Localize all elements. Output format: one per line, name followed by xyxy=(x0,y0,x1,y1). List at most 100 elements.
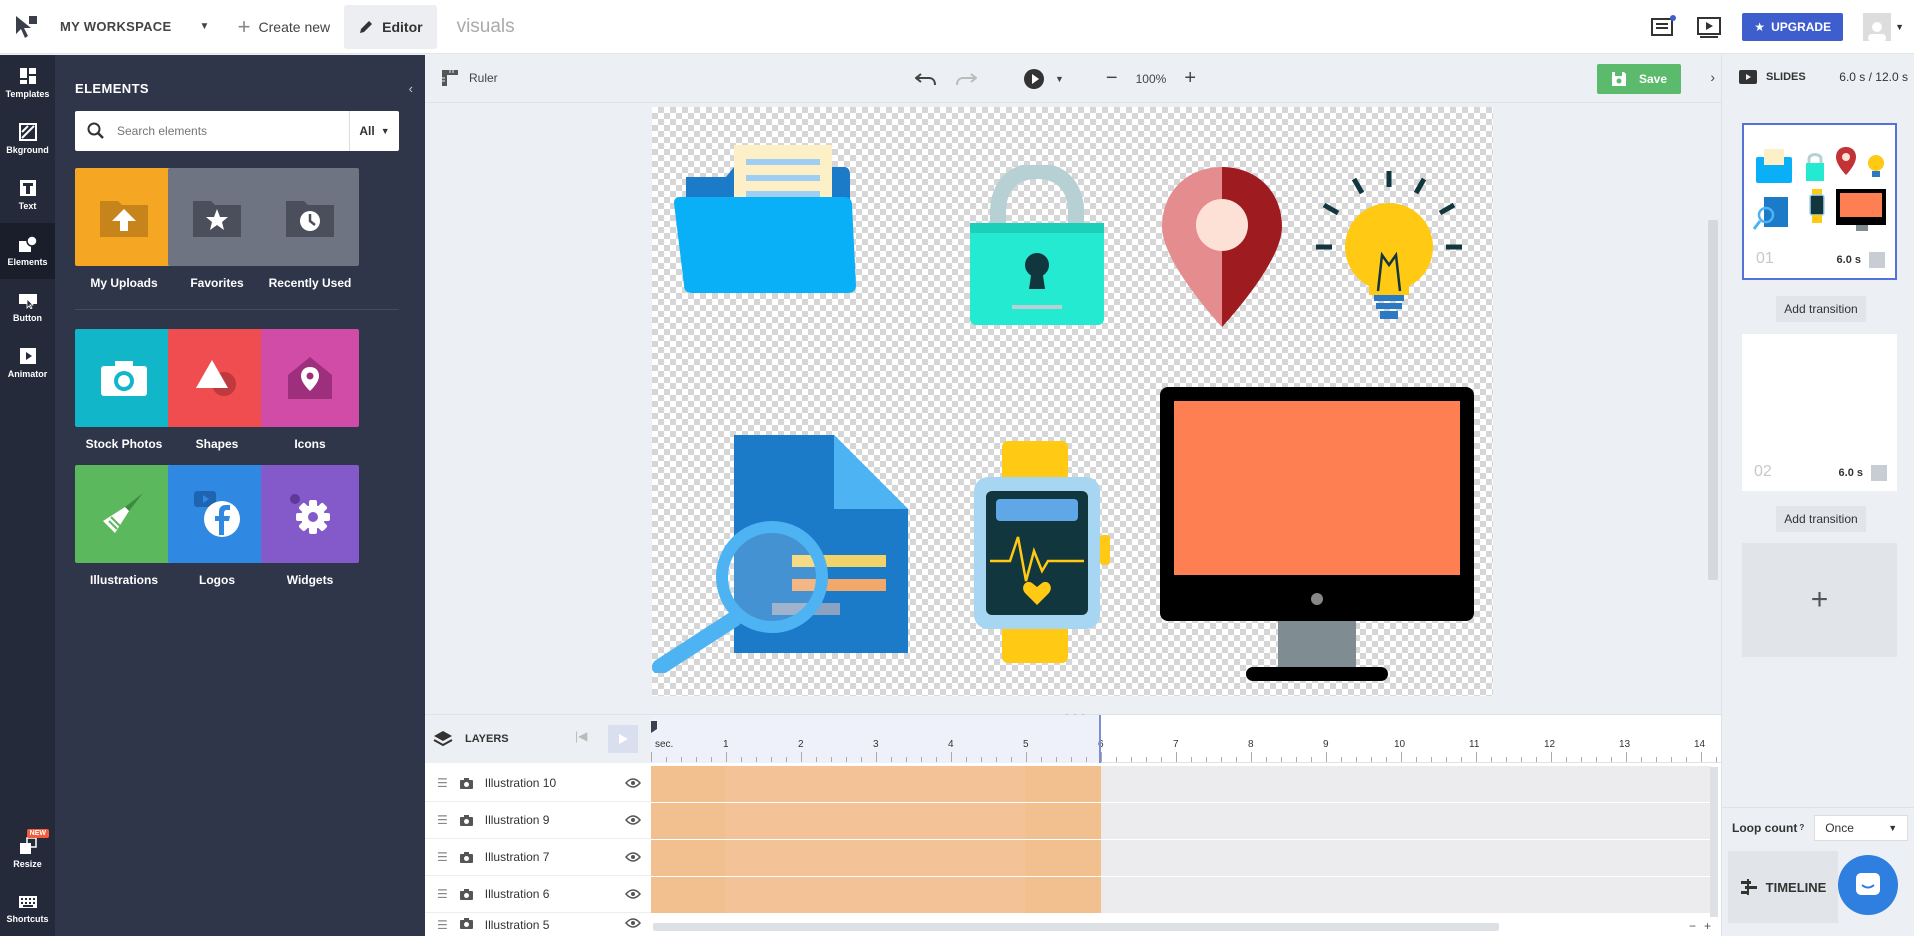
play-icon[interactable] xyxy=(1023,68,1045,90)
tile-stock-photos[interactable]: Stock Photos xyxy=(75,329,173,451)
search-filter-dropdown[interactable]: All ▼ xyxy=(349,111,399,151)
add-transition-button[interactable]: Add transition xyxy=(1776,296,1866,322)
editor-tab[interactable]: Editor xyxy=(344,4,437,49)
rail-text[interactable]: Text xyxy=(0,167,55,223)
rail-elements[interactable]: Elements xyxy=(0,223,55,279)
tile-logos[interactable]: Logos xyxy=(168,465,266,587)
rail-shortcuts[interactable]: Shortcuts xyxy=(0,881,55,936)
document-search-illustration[interactable] xyxy=(652,433,912,673)
tile-icons[interactable]: Icons xyxy=(261,329,359,451)
smartwatch-illustration[interactable] xyxy=(970,441,1110,665)
upgrade-button[interactable]: ★ UPGRADE xyxy=(1742,13,1844,41)
drag-handle-icon[interactable]: ☰ xyxy=(437,918,448,932)
layer-track[interactable] xyxy=(651,803,1711,839)
drag-handle-icon[interactable]: ☰ xyxy=(437,887,448,901)
search-input[interactable] xyxy=(117,124,349,138)
ruler-tick xyxy=(1251,752,1252,762)
chat-support-button[interactable] xyxy=(1838,855,1898,915)
chevron-down-icon: ▼ xyxy=(199,21,210,32)
timeline-zoom-in-icon[interactable]: + xyxy=(1704,919,1711,933)
track-clip[interactable] xyxy=(651,766,1101,802)
eye-icon[interactable] xyxy=(625,815,641,825)
tile-illustrations[interactable]: Illustrations xyxy=(75,465,173,587)
tile-widgets[interactable]: Widgets xyxy=(261,465,359,587)
timeline-ruler[interactable]: sec. 1 2 3 4 5 6 7 8 9 10 11 12 13 14 xyxy=(651,715,1721,763)
track-clip[interactable] xyxy=(651,803,1101,839)
tile-favorites[interactable]: Favorites xyxy=(168,168,266,290)
slide-options[interactable] xyxy=(1871,465,1887,481)
layer-track[interactable] xyxy=(651,840,1711,876)
layer-track[interactable] xyxy=(651,877,1711,913)
eye-icon[interactable] xyxy=(625,889,641,899)
skip-to-start-icon[interactable]: |◀ xyxy=(575,729,587,743)
eye-icon[interactable] xyxy=(625,918,641,928)
timeline-zoom-out-icon[interactable]: − xyxy=(1689,919,1696,933)
app-logo[interactable] xyxy=(0,0,52,54)
rail-label: Bkground xyxy=(6,145,49,155)
layer-row[interactable]: ☰ Illustration 9 xyxy=(425,802,651,839)
preview-icon[interactable] xyxy=(1696,15,1722,39)
rail-resize[interactable]: NEW Resize xyxy=(0,825,55,881)
eye-icon[interactable] xyxy=(625,778,641,788)
folder-document-illustration[interactable] xyxy=(674,145,858,295)
slide-thumbnail-2[interactable]: 02 6.0 s xyxy=(1742,334,1897,491)
redo-icon[interactable] xyxy=(955,72,977,86)
padlock-illustration[interactable] xyxy=(968,165,1106,327)
loop-count-select[interactable]: Once ▼ xyxy=(1814,814,1909,841)
map-pin-illustration[interactable] xyxy=(1160,165,1284,329)
light-bulb-illustration[interactable] xyxy=(1314,169,1464,325)
chevron-down-icon[interactable]: ▼ xyxy=(1055,74,1064,84)
track-clip[interactable] xyxy=(651,840,1101,876)
zoom-level[interactable]: 100% xyxy=(1136,72,1167,86)
slide-options[interactable] xyxy=(1869,252,1885,268)
timeline-horizontal-scrollbar[interactable] xyxy=(653,923,1499,931)
account-menu[interactable]: ▼ xyxy=(1863,13,1904,41)
timeline-playhead[interactable] xyxy=(1099,715,1101,763)
drag-handle-icon[interactable]: ☰ xyxy=(437,776,448,790)
layer-row[interactable]: ☰ Illustration 6 xyxy=(425,876,651,913)
track-clip[interactable] xyxy=(651,877,1101,913)
layer-row[interactable]: ☰ Illustration 10 xyxy=(425,765,651,802)
rail-animator[interactable]: Animator xyxy=(0,335,55,391)
design-canvas[interactable] xyxy=(652,107,1493,696)
chevron-right-icon[interactable]: › xyxy=(1710,69,1715,85)
zoom-in-icon[interactable]: + xyxy=(1184,67,1196,90)
eye-icon[interactable] xyxy=(625,852,641,862)
favorites-folder-icon xyxy=(193,201,241,237)
add-transition-button[interactable]: Add transition xyxy=(1776,506,1866,532)
canvas-vertical-scrollbar[interactable] xyxy=(1708,220,1718,580)
comments-icon[interactable] xyxy=(1650,15,1677,39)
loop-value: Once xyxy=(1825,820,1854,835)
workspace-menu[interactable]: MY WORKSPACE ▼ xyxy=(52,0,224,54)
project-name[interactable]: visuals xyxy=(457,16,515,38)
tile-recently-used[interactable]: Recently Used xyxy=(261,168,359,290)
timeline-vertical-scrollbar[interactable] xyxy=(1710,767,1718,917)
create-new-button[interactable]: + Create new xyxy=(224,5,344,49)
zoom-out-icon[interactable]: − xyxy=(1106,67,1118,90)
timeline-play-button[interactable] xyxy=(608,725,638,753)
drag-handle-icon[interactable]: ☰ xyxy=(437,813,448,827)
save-button[interactable]: Save xyxy=(1597,64,1681,94)
rail-templates[interactable]: Templates xyxy=(0,55,55,111)
rail-background[interactable]: Bkground xyxy=(0,111,55,167)
drag-handle-icon[interactable]: ☰ xyxy=(437,850,448,864)
monitor-illustration[interactable] xyxy=(1158,385,1476,685)
add-slide-button[interactable]: + xyxy=(1742,543,1897,657)
ruler-tick xyxy=(1656,757,1657,762)
layer-row[interactable]: ☰ Illustration 5 xyxy=(425,913,651,936)
tile-shapes[interactable]: Shapes xyxy=(168,329,266,451)
start-marker-icon[interactable] xyxy=(651,721,659,733)
layer-row[interactable]: ☰ Illustration 7 xyxy=(425,839,651,876)
timeline-toggle-button[interactable]: TIMELINE xyxy=(1728,851,1838,923)
ruler-tick xyxy=(1701,752,1702,762)
layer-track[interactable] xyxy=(651,766,1711,802)
rail-button[interactable]: Button xyxy=(0,279,55,335)
slide-thumbnail-1[interactable]: 01 6.0 s xyxy=(1742,123,1897,280)
collapse-panel-icon[interactable]: ‹ xyxy=(409,81,413,96)
layer-name: Illustration 6 xyxy=(484,887,550,901)
tile-my-uploads[interactable]: My Uploads xyxy=(75,168,173,290)
ruler-toggle[interactable]: Ruler xyxy=(441,69,498,87)
ruler-tick xyxy=(816,757,817,762)
undo-icon[interactable] xyxy=(915,72,937,86)
help-icon[interactable]: ? xyxy=(1799,823,1804,832)
